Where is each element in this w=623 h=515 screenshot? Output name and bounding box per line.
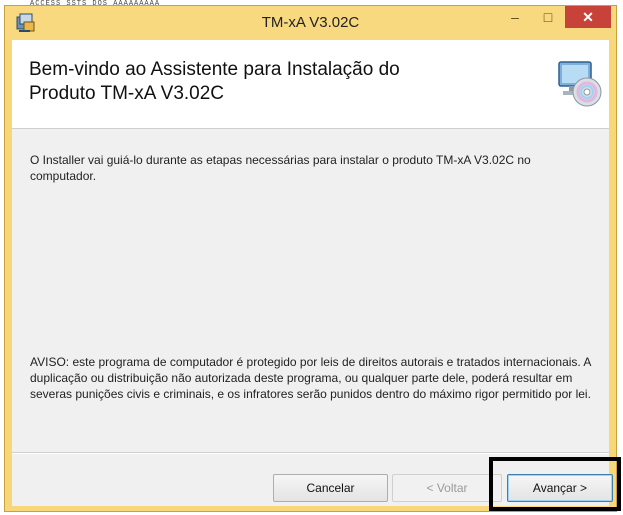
heading-line-1: Bem-vindo ao Assistente para Instalação … [29,59,400,80]
heading-line-2: Produto TM-xA V3.02C [29,83,225,104]
cancel-button[interactable]: Cancelar [273,474,388,502]
maximize-button[interactable]: □ [535,6,561,28]
installer-window: TM-xA V3.02C – □ ✕ Bem-vindo ao Assisten… [4,5,617,512]
button-divider [12,452,609,453]
close-button[interactable]: ✕ [565,6,611,28]
back-button[interactable]: < Voltar [392,474,502,502]
setup-cd-computer-icon [557,58,603,110]
wizard-header: Bem-vindo ao Assistente para Instalação … [12,40,609,129]
intro-text: O Installer vai guiá-lo durante as etapa… [30,153,531,183]
minimize-button[interactable]: – [502,6,528,28]
wizard-content: Bem-vindo ao Assistente para Instalação … [12,40,613,506]
copyright-warning-text: AVISO: este programa de computador é pro… [30,355,591,401]
title-bar[interactable]: TM-xA V3.02C – □ ✕ [5,6,616,40]
wizard-heading: Bem-vindo ao Assistente para Instalação … [29,58,499,106]
next-button-highlight-box [489,457,621,511]
